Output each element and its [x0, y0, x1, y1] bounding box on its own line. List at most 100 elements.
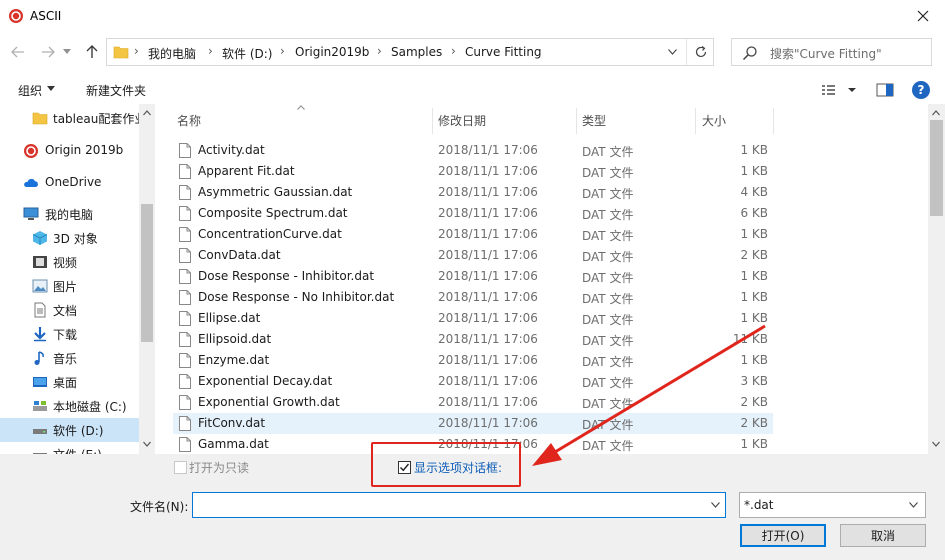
file-row[interactable]: Composite Spectrum.dat 2018/11/1 17:06 DAT… [173, 203, 773, 224]
file-size: 3 KB [740, 374, 768, 388]
sidebar-item-documents[interactable]: 文档 [0, 298, 139, 322]
file-icon [179, 206, 191, 221]
cancel-button[interactable]: 取消 [840, 524, 926, 547]
file-row[interactable]: Asymmetric Gaussian.dat 2018/11/1 17:06 DA… [173, 182, 773, 203]
sidebar-item-drive-c[interactable]: 本地磁盘 (C:) [0, 394, 139, 418]
file-type: DAT 文件 [582, 250, 634, 264]
column-header-date[interactable]: 修改日期 [438, 112, 486, 129]
file-icon [179, 332, 191, 347]
file-type: DAT 文件 [582, 292, 634, 306]
file-type: DAT 文件 [582, 145, 634, 159]
column-divider[interactable] [576, 108, 577, 134]
recent-locations-button[interactable] [60, 41, 74, 63]
search-box[interactable]: 搜索"Curve Fitting" [731, 38, 932, 66]
file-size: 6 KB [740, 206, 768, 220]
breadcrumb-item[interactable]: Curve Fitting [465, 45, 542, 59]
sidebar-item-downloads[interactable]: 下载 [0, 322, 139, 346]
sidebar-item-desktop[interactable]: 桌面 [0, 370, 139, 394]
up-button[interactable] [80, 41, 104, 63]
help-button[interactable]: ? [912, 81, 930, 99]
sidebar-item-music[interactable]: 音乐 [0, 346, 139, 370]
file-type-dropdown-button[interactable] [905, 497, 921, 513]
file-name: Dose Response - Inhibitor.dat [198, 269, 375, 283]
breadcrumb-item[interactable]: Origin2019b [295, 45, 369, 59]
origin-app-icon [24, 144, 38, 158]
close-button[interactable] [900, 0, 945, 32]
file-row[interactable]: Dose Response - Inhibitor.dat 2018/11/1 1… [173, 266, 773, 287]
sort-ascending-icon [297, 105, 305, 110]
breadcrumb-item[interactable]: 我的电脑 [148, 45, 196, 62]
sidebar-item-drive-d[interactable]: 软件 (D:) [0, 418, 139, 442]
address-bar[interactable]: › 我的电脑 › 软件 (D:) › Origin2019b › Samples… [106, 38, 714, 66]
column-divider[interactable] [773, 108, 774, 134]
file-date: 2018/11/1 17:06 [438, 311, 538, 325]
column-header-size[interactable]: 大小 [702, 112, 726, 129]
breadcrumb-item[interactable]: Samples [391, 45, 442, 59]
chevron-up-icon [932, 110, 940, 116]
file-size: 2 KB [740, 416, 768, 430]
file-type-filter[interactable]: *.dat [739, 492, 926, 518]
organize-menu-button[interactable]: 组织 [18, 82, 42, 99]
column-divider[interactable] [432, 108, 433, 134]
file-name: Dose Response - No Inhibitor.dat [198, 290, 395, 304]
sidebar-item-tableau[interactable]: tableau配套作业 [0, 106, 146, 130]
sidebar-item-label: 视频 [53, 256, 78, 270]
sidebar-item-pictures[interactable]: 图片 [0, 274, 139, 298]
file-row[interactable]: FitConv.dat 2018/11/1 17:06 DAT 文件 2 KB [173, 413, 773, 434]
breadcrumb-separator: › [280, 44, 285, 58]
column-header-type[interactable]: 类型 [582, 112, 606, 129]
sidebar-item-drive-e[interactable]: 文件 (E:) [0, 442, 139, 454]
arrow-right-icon [42, 46, 55, 58]
file-row[interactable]: ConvData.dat 2018/11/1 17:06 DAT 文件 2 KB [173, 245, 773, 266]
cube-icon [32, 231, 48, 245]
desktop-icon [33, 377, 47, 387]
file-icon [179, 185, 191, 200]
new-folder-button[interactable]: 新建文件夹 [86, 82, 146, 99]
column-header-name[interactable]: 名称 [177, 112, 201, 129]
file-row[interactable]: Ellipsoid.dat 2018/11/1 17:06 DAT 文件 11 KB [173, 329, 773, 350]
file-type: DAT 文件 [582, 208, 634, 222]
address-dropdown-button[interactable] [662, 43, 682, 61]
back-button[interactable] [6, 41, 30, 63]
file-list-scroll-thumb[interactable] [930, 120, 943, 216]
file-date: 2018/11/1 17:06 [438, 416, 538, 430]
sidebar-scrollbar[interactable] [139, 104, 155, 454]
sidebar-item-label: 3D 对象 [53, 232, 98, 246]
file-row[interactable]: Ellipse.dat 2018/11/1 17:06 DAT 文件 1 KB [173, 308, 773, 329]
file-name: Gamma.dat [198, 437, 269, 451]
sidebar-item-label: 文件 (E:) [53, 446, 102, 454]
file-type: DAT 文件 [582, 418, 634, 432]
file-date: 2018/11/1 17:06 [438, 269, 538, 283]
file-icon [179, 437, 191, 452]
sidebar-item-onedrive[interactable]: OneDrive [0, 171, 139, 195]
dialog-footer: 打开为只读 显示选项对话框: 文件名(N): *.dat 打开(O) 取消 [0, 442, 945, 560]
file-type: DAT 文件 [582, 187, 634, 201]
column-divider[interactable] [695, 108, 696, 134]
file-row[interactable]: Exponential Growth.dat 2018/11/1 17:06 DAT… [173, 392, 773, 413]
file-row[interactable]: Apparent Fit.dat 2018/11/1 17:06 DAT 文件 1 K… [173, 161, 773, 182]
sidebar-scroll-thumb[interactable] [141, 204, 153, 342]
sidebar-item-videos[interactable]: 视频 [0, 250, 139, 274]
breadcrumb-item[interactable]: 软件 (D:) [222, 45, 272, 62]
forward-button[interactable] [36, 41, 60, 63]
change-view-button[interactable] [820, 80, 860, 100]
file-row[interactable]: Activity.dat 2018/11/1 17:06 DAT 文件 1 KB [173, 140, 773, 161]
sidebar-item-this-pc[interactable]: 我的电脑 [0, 202, 139, 226]
music-icon [34, 351, 44, 365]
open-button[interactable]: 打开(O) [740, 524, 826, 547]
file-row[interactable]: ConcentrationCurve.dat 2018/11/1 17:06 DAT… [173, 224, 773, 245]
open-readonly-checkbox[interactable] [174, 461, 187, 474]
file-list-scrollbar[interactable] [928, 104, 945, 454]
file-row[interactable]: Dose Response - No Inhibitor.dat 2018/11/… [173, 287, 773, 308]
filename-input[interactable] [192, 492, 726, 518]
file-row[interactable]: Enzyme.dat 2018/11/1 17:06 DAT 文件 1 KB [173, 350, 773, 371]
file-type: DAT 文件 [582, 439, 634, 453]
sidebar-item-origin[interactable]: Origin 2019b [0, 139, 139, 163]
sidebar-item-3d-objects[interactable]: 3D 对象 [0, 226, 139, 250]
file-date: 2018/11/1 17:06 [438, 395, 538, 409]
file-size: 2 KB [740, 395, 768, 409]
refresh-button[interactable] [686, 39, 714, 65]
preview-pane-button[interactable] [874, 80, 896, 100]
file-row[interactable]: Exponential Decay.dat 2018/11/1 17:06 DAT … [173, 371, 773, 392]
filename-dropdown-button[interactable] [707, 497, 723, 513]
